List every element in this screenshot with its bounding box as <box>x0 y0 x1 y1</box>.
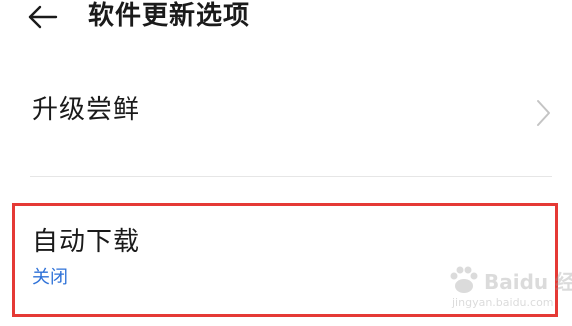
auto-download-label: 自动下载 <box>32 227 141 257</box>
auto-download-value: 关闭 <box>32 267 68 288</box>
arrow-left-icon <box>28 5 58 29</box>
upgrade-preview-label: 升级尝鲜 <box>32 95 141 125</box>
divider <box>30 176 552 177</box>
auto-download-row[interactable]: 自动下载 关闭 <box>12 203 558 317</box>
back-button[interactable] <box>26 2 60 32</box>
top-bar: 软件更新选项 <box>0 0 572 40</box>
page-title: 软件更新选项 <box>88 1 251 31</box>
chevron-right-icon <box>537 100 550 126</box>
upgrade-preview-row[interactable]: 升级尝鲜 <box>0 82 572 144</box>
